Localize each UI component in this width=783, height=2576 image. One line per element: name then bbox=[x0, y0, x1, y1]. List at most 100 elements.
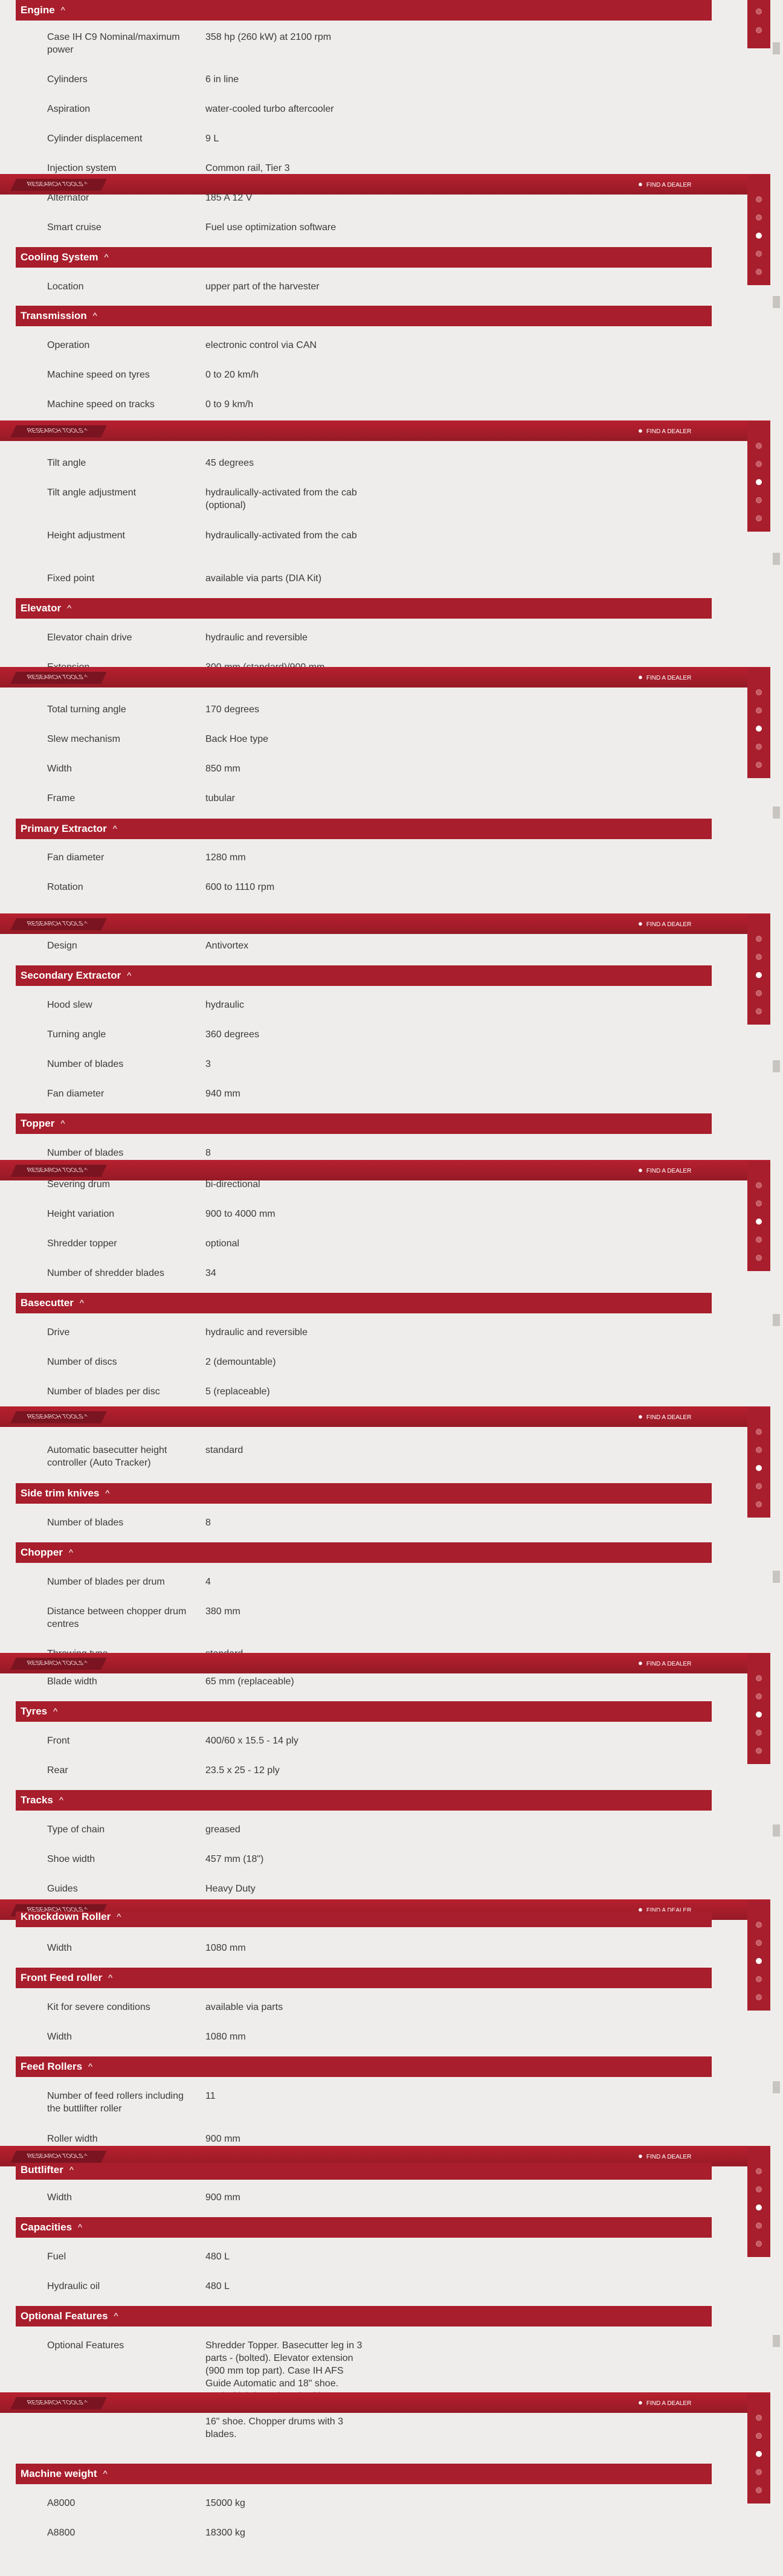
scrollbar-thumb[interactable] bbox=[773, 42, 780, 54]
section-header-knockdown-roller[interactable]: Knockdown Roller ^ bbox=[16, 1911, 712, 1927]
nav-dot[interactable] bbox=[756, 251, 762, 257]
nav-dot-active[interactable] bbox=[756, 726, 762, 732]
find-dealer-link[interactable]: ● FIND A DEALER bbox=[638, 1165, 691, 1176]
nav-dot-active[interactable] bbox=[756, 1219, 762, 1225]
nav-dot[interactable] bbox=[756, 1255, 762, 1261]
section-header-transmission[interactable]: Transmission ^ bbox=[16, 306, 712, 326]
nav-dot-active[interactable] bbox=[756, 1711, 762, 1718]
section-header-tyres[interactable]: Tyres ^ bbox=[16, 1701, 712, 1722]
scrollbar-thumb[interactable] bbox=[773, 807, 780, 819]
nav-dot[interactable] bbox=[756, 1237, 762, 1243]
research-tools-button[interactable]: RESEARCH TOOLS ^ bbox=[10, 1411, 107, 1423]
find-dealer-link[interactable]: ● FIND A DEALER bbox=[638, 1412, 691, 1423]
nav-dot-active[interactable] bbox=[756, 1465, 762, 1471]
nav-dot[interactable] bbox=[756, 707, 762, 713]
nav-dot-active[interactable] bbox=[756, 2204, 762, 2211]
research-tools-button[interactable]: RESEARCH TOOLS ^ bbox=[10, 1658, 107, 1670]
nav-dot[interactable] bbox=[756, 2433, 762, 2439]
section-header-chopper[interactable]: Chopper ^ bbox=[16, 1542, 712, 1563]
nav-dot[interactable] bbox=[756, 1976, 762, 1982]
nav-dot[interactable] bbox=[756, 1994, 762, 2000]
section-title: Engine bbox=[21, 4, 55, 16]
research-tools-button[interactable]: RESEARCH TOOLS ^ bbox=[10, 1165, 107, 1177]
nav-dot[interactable] bbox=[756, 443, 762, 449]
research-tools-button[interactable]: RESEARCH TOOLS ^ bbox=[10, 425, 107, 437]
research-tools-button[interactable]: RESEARCH TOOLS ^ bbox=[10, 179, 107, 191]
find-dealer-link[interactable]: ● FIND A DEALER bbox=[638, 179, 691, 190]
nav-dot[interactable] bbox=[756, 1429, 762, 1435]
section-header-basecutter[interactable]: Basecutter ^ bbox=[16, 1293, 712, 1313]
nav-dot[interactable] bbox=[756, 990, 762, 996]
find-dealer-link[interactable]: ● FIND A DEALER bbox=[638, 2398, 691, 2409]
nav-dot[interactable] bbox=[756, 461, 762, 467]
scrollbar-thumb[interactable] bbox=[773, 2335, 780, 2347]
section-header-side-trim-knives[interactable]: Side trim knives ^ bbox=[16, 1483, 712, 1504]
nav-dot[interactable] bbox=[756, 2415, 762, 2421]
nav-dot[interactable] bbox=[756, 27, 762, 33]
nav-dot[interactable] bbox=[756, 744, 762, 750]
section-header-engine[interactable]: Engine ^ bbox=[16, 0, 712, 21]
nav-dot[interactable] bbox=[756, 689, 762, 695]
nav-dot[interactable] bbox=[756, 2186, 762, 2192]
scrollbar-thumb[interactable] bbox=[773, 1824, 780, 1837]
nav-dot[interactable] bbox=[756, 1922, 762, 1928]
nav-dot[interactable] bbox=[756, 2487, 762, 2493]
scrollbar-thumb[interactable] bbox=[773, 1060, 780, 1072]
scrollbar-thumb[interactable] bbox=[773, 2081, 780, 2093]
nav-dot-active[interactable] bbox=[756, 972, 762, 978]
nav-dot-active[interactable] bbox=[756, 479, 762, 485]
nav-dot[interactable] bbox=[756, 1501, 762, 1507]
nav-dot-active[interactable] bbox=[756, 2451, 762, 2457]
nav-dot[interactable] bbox=[756, 515, 762, 521]
nav-dot[interactable] bbox=[756, 1748, 762, 1754]
section-header-primary-extractor[interactable]: Primary Extractor ^ bbox=[16, 819, 712, 839]
research-tools-button[interactable]: RESEARCH TOOLS ^ bbox=[10, 2397, 107, 2409]
nav-dot-active[interactable] bbox=[756, 233, 762, 239]
nav-dot[interactable] bbox=[756, 497, 762, 503]
nav-dot[interactable] bbox=[756, 954, 762, 960]
nav-dot[interactable] bbox=[756, 1693, 762, 1699]
section-header-tracks[interactable]: Tracks ^ bbox=[16, 1790, 712, 1811]
find-dealer-link[interactable]: ● FIND A DEALER bbox=[638, 2151, 691, 2162]
section-header-capacities[interactable]: Capacities ^ bbox=[16, 2217, 712, 2238]
nav-dot[interactable] bbox=[756, 2168, 762, 2174]
nav-dot[interactable] bbox=[756, 762, 762, 768]
nav-dot[interactable] bbox=[756, 2469, 762, 2475]
section-header-feed-rollers[interactable]: Feed Rollers ^ bbox=[16, 2056, 712, 2077]
nav-dot[interactable] bbox=[756, 214, 762, 221]
section-header-machine-weight[interactable]: Machine weight ^ bbox=[16, 2464, 712, 2484]
nav-dot[interactable] bbox=[756, 1008, 762, 1014]
nav-dot[interactable] bbox=[756, 1182, 762, 1188]
nav-dot[interactable] bbox=[756, 1200, 762, 1206]
find-dealer-link[interactable]: ● FIND A DEALER bbox=[638, 1658, 691, 1669]
nav-dot[interactable] bbox=[756, 8, 762, 14]
research-tools-button[interactable]: RESEARCH TOOLS ^ bbox=[10, 2151, 107, 2163]
scrollbar-thumb[interactable] bbox=[773, 1314, 780, 1326]
nav-dot[interactable] bbox=[756, 1483, 762, 1489]
nav-dot[interactable] bbox=[756, 1675, 762, 1681]
find-dealer-link[interactable]: ● FIND A DEALER bbox=[638, 426, 691, 437]
section-header-front-feed-roller[interactable]: Front Feed roller ^ bbox=[16, 1968, 712, 1988]
section-header-elevator[interactable]: Elevator ^ bbox=[16, 598, 712, 619]
nav-dot[interactable] bbox=[756, 936, 762, 942]
section-header-optional-features[interactable]: Optional Features ^ bbox=[16, 2306, 712, 2326]
section-header-topper[interactable]: Topper ^ bbox=[16, 1113, 712, 1134]
scrollbar-thumb[interactable] bbox=[773, 553, 780, 565]
nav-dot[interactable] bbox=[756, 2223, 762, 2229]
nav-dot[interactable] bbox=[756, 1940, 762, 1946]
nav-dot[interactable] bbox=[756, 196, 762, 202]
nav-dot[interactable] bbox=[756, 1730, 762, 1736]
scrollbar-thumb[interactable] bbox=[773, 296, 780, 308]
nav-dot-active[interactable] bbox=[756, 1958, 762, 1964]
nav-dot[interactable] bbox=[756, 1447, 762, 1453]
section-header-cooling-system[interactable]: Cooling System ^ bbox=[16, 247, 712, 268]
scrollbar-thumb[interactable] bbox=[773, 1571, 780, 1583]
section-header-buttlifter[interactable]: Buttlifter ^ bbox=[16, 2163, 712, 2180]
nav-dot[interactable] bbox=[756, 2241, 762, 2247]
nav-dot[interactable] bbox=[756, 269, 762, 275]
find-dealer-link[interactable]: ● FIND A DEALER bbox=[638, 672, 691, 683]
find-dealer-link[interactable]: ● FIND A DEALER bbox=[638, 919, 691, 930]
research-tools-button[interactable]: RESEARCH TOOLS ^ bbox=[10, 918, 107, 930]
section-header-secondary-extractor[interactable]: Secondary Extractor ^ bbox=[16, 965, 712, 986]
research-tools-button[interactable]: RESEARCH TOOLS ^ bbox=[10, 672, 107, 684]
